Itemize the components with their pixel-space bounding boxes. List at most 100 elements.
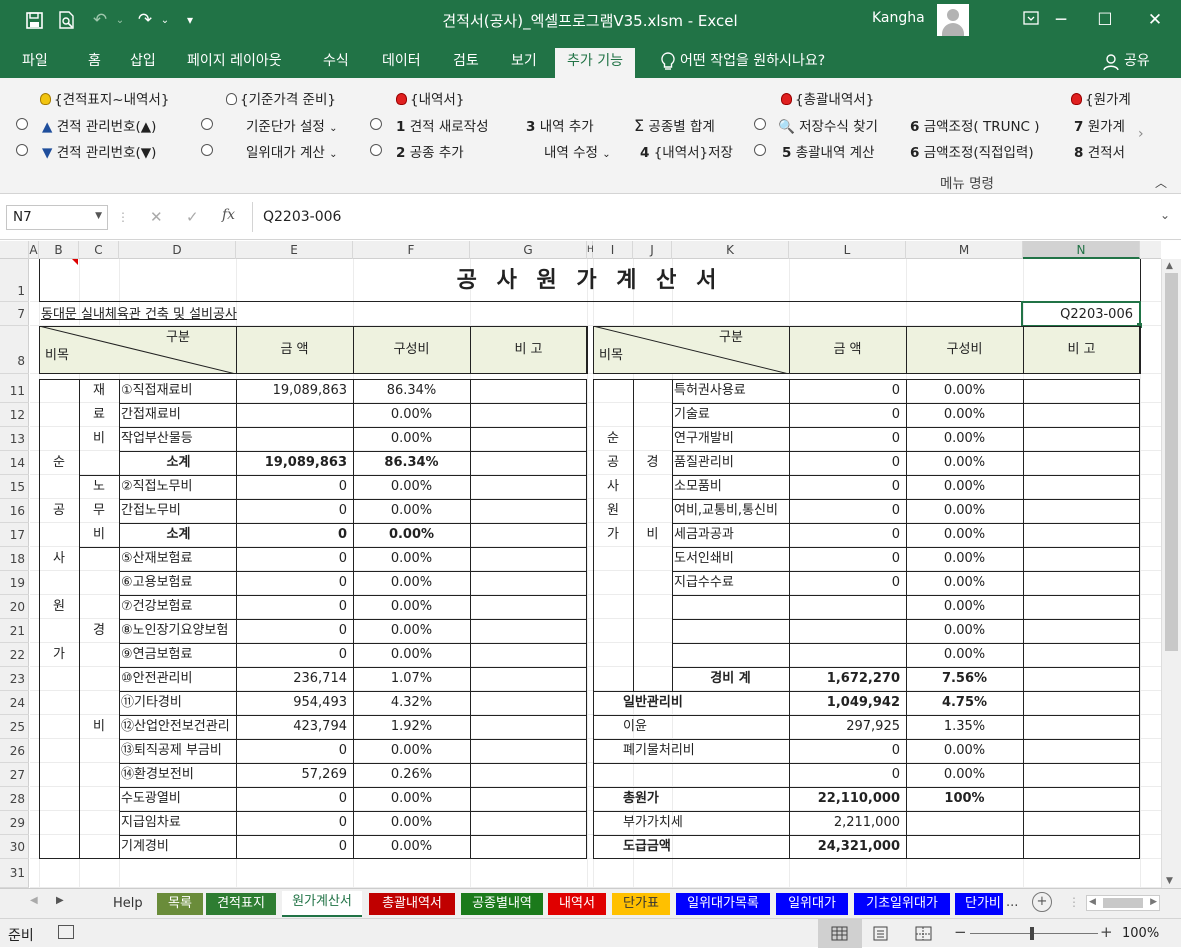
close-button[interactable]: ✕ (1140, 6, 1170, 34)
row-header[interactable]: 19 (0, 571, 29, 595)
unit-cost-calc-button[interactable]: 일위대가 계산 ⌄ (246, 141, 338, 161)
expand-formula-icon[interactable]: ⌄ (1160, 208, 1170, 222)
row-header[interactable]: 7 (0, 302, 29, 326)
menu-header-cost[interactable]: {원가계 (1071, 88, 1131, 108)
row-header[interactable]: 11 (0, 379, 29, 403)
row-header[interactable]: 23 (0, 667, 29, 691)
radio-icon[interactable] (201, 118, 213, 130)
row-header[interactable]: 15 (0, 475, 29, 499)
radio-icon[interactable] (16, 144, 28, 156)
redo-icon[interactable]: ↷ (133, 8, 157, 32)
scroll-up-icon[interactable]: ▲ (1166, 261, 1173, 271)
radio-icon[interactable] (201, 144, 213, 156)
menu-header-detail[interactable]: {내역서} (396, 88, 464, 108)
row-header[interactable]: 29 (0, 811, 29, 835)
column-header[interactable]: C (79, 241, 119, 259)
estimate-number-down-button[interactable]: ▼ 견적 관리번호(▼) (42, 141, 156, 161)
radio-icon[interactable] (370, 144, 382, 156)
row-header[interactable]: 21 (0, 619, 29, 643)
adjust-trunc-button[interactable]: 6 금액조정( TRUNC ) (910, 115, 1040, 135)
estimate-number-up-button[interactable]: ▲ 견적 관리번호(▲) (42, 115, 156, 135)
adjust-direct-button[interactable]: 6 금액조정(직접입력) (910, 141, 1034, 161)
undo-icon[interactable]: ↶ (88, 8, 112, 32)
zoom-level[interactable]: 100% (1122, 926, 1159, 941)
radio-icon[interactable] (754, 118, 766, 130)
customize-qat-icon[interactable]: ▾ (180, 8, 200, 32)
column-header[interactable]: B (39, 241, 79, 259)
minimize-button[interactable]: ─ (1046, 6, 1076, 34)
macro-record-icon[interactable] (58, 925, 74, 939)
row-header[interactable]: 16 (0, 499, 29, 523)
page-layout-icon[interactable] (872, 926, 889, 945)
chevron-down-icon[interactable]: ▼ (95, 211, 102, 221)
sheet-tab[interactable]: 총괄내역서 (369, 893, 455, 915)
row-header[interactable]: 20 (0, 595, 29, 619)
column-header[interactable]: J (633, 241, 672, 259)
tab-page-layout[interactable]: 페이지 레이아웃 (175, 48, 294, 78)
horizontal-scrollbar[interactable]: ◀ ▶ (1086, 895, 1160, 911)
radio-icon[interactable] (370, 118, 382, 130)
ribbon-scroll-right-icon[interactable]: › (1138, 126, 1144, 142)
row-header[interactable]: 22 (0, 643, 29, 667)
row-header[interactable]: 17 (0, 523, 29, 547)
add-trade-button[interactable]: 2 공종 추가 (396, 141, 464, 161)
tell-me-search[interactable]: 어떤 작업을 원하시나요? (680, 48, 825, 78)
column-header[interactable]: D (119, 241, 236, 259)
tab-add-ins[interactable]: 추가 기능 (555, 48, 635, 78)
collapse-ribbon-icon[interactable]: ︿ (1155, 174, 1167, 191)
new-estimate-button[interactable]: 1 견적 새로작성 (396, 115, 489, 135)
sheet-tab[interactable]: 목록 (157, 893, 203, 915)
tab-view[interactable]: 보기 (499, 48, 549, 78)
column-header[interactable]: A (29, 241, 39, 259)
column-header[interactable]: G (470, 241, 587, 259)
sheet-tab[interactable]: Help (103, 893, 151, 915)
save-detail-button[interactable]: 4 {내역서}저장 (640, 141, 733, 161)
add-item-button[interactable]: 3 내역 추가 (526, 115, 594, 135)
column-header[interactable]: L (789, 241, 906, 259)
comment-indicator-icon[interactable] (72, 259, 78, 265)
enter-icon[interactable]: ✓ (186, 208, 199, 226)
drag-handle-icon[interactable]: ⋮ (1068, 895, 1080, 909)
cancel-icon[interactable]: ✕ (150, 208, 163, 226)
formula-input[interactable]: Q2203-006 (263, 209, 341, 225)
zoom-slider-thumb[interactable] (1030, 927, 1034, 940)
row-header[interactable]: 25 (0, 715, 29, 739)
person-icon[interactable] (1103, 53, 1121, 71)
sheet-tab[interactable]: 내역서 (548, 893, 606, 915)
tab-home[interactable]: 홈 (76, 48, 113, 78)
save-icon[interactable] (22, 8, 46, 32)
row-header[interactable]: 24 (0, 691, 29, 715)
more-sheets[interactable]: ... (1006, 895, 1018, 910)
ribbon-display-icon[interactable] (1016, 6, 1046, 34)
row-header[interactable]: 13 (0, 427, 29, 451)
scroll-down-icon[interactable]: ▼ (1166, 876, 1173, 886)
drag-handle-icon[interactable]: ⋮ (117, 210, 129, 224)
tab-insert[interactable]: 삽입 (118, 48, 168, 78)
print-preview-icon[interactable] (54, 8, 78, 32)
tab-file[interactable]: 파일 (10, 48, 60, 78)
insert-function-icon[interactable]: fx (222, 207, 235, 223)
sum-by-trade-button[interactable]: Σ 공종별 합계 (634, 115, 715, 135)
name-box[interactable]: N7 ▼ (6, 205, 108, 230)
row-header[interactable]: 12 (0, 403, 29, 427)
maximize-button[interactable]: ☐ (1090, 6, 1120, 34)
zoom-out-button[interactable]: − (954, 923, 967, 941)
basis-price-setup-button[interactable]: 기준단가 설정 ⌄ (246, 115, 338, 135)
select-all-corner[interactable] (0, 241, 29, 259)
menu-header-estimate[interactable]: {견적표지~내역서} (40, 88, 169, 108)
column-header-selected[interactable]: N (1023, 241, 1140, 259)
page-break-icon[interactable] (915, 926, 932, 945)
edit-item-button[interactable]: 내역 수정 ⌄ (544, 141, 611, 161)
radio-icon[interactable] (754, 144, 766, 156)
column-header[interactable]: I (593, 241, 633, 259)
row-header[interactable]: 1 (0, 259, 29, 302)
normal-view-button[interactable] (818, 919, 862, 948)
sheet-tab[interactable]: 일위대가 (776, 893, 848, 915)
sheet-tab[interactable]: 기초일위대가 (854, 893, 950, 915)
sheet-tab[interactable]: 공종별내역 (461, 893, 543, 915)
sheet-tab[interactable]: 견적표지 (206, 893, 276, 915)
row-header[interactable]: 26 (0, 739, 29, 763)
tab-formulas[interactable]: 수식 (311, 48, 361, 78)
zoom-in-button[interactable]: + (1100, 923, 1113, 941)
find-formula-button[interactable]: 🔍 저장수식 찾기 (778, 115, 878, 135)
